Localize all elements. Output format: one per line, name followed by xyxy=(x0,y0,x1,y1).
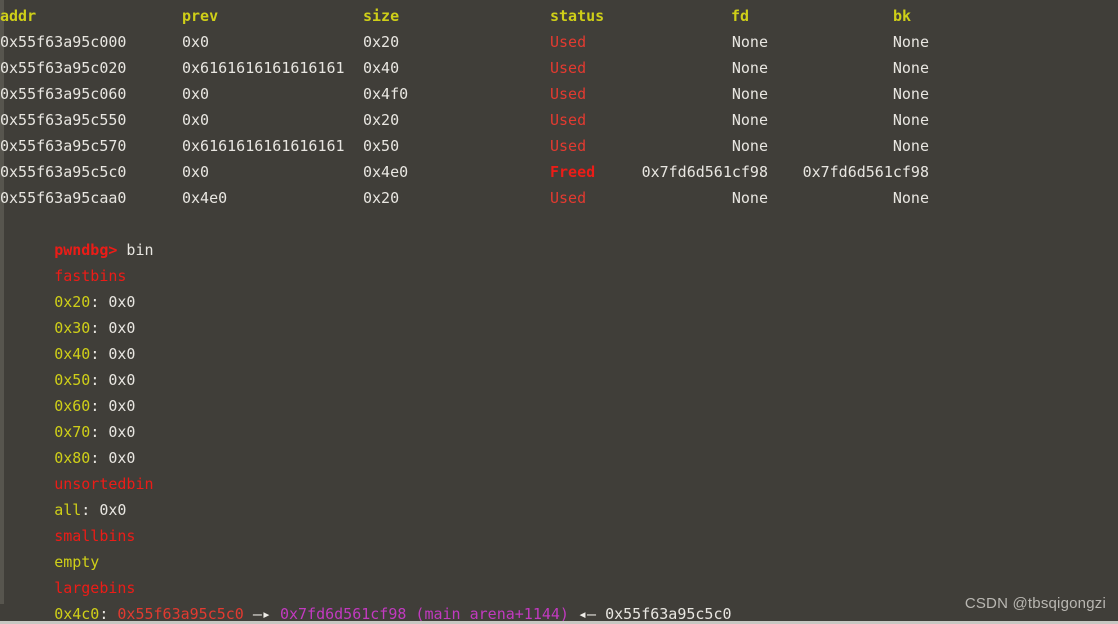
chunk-addr: 0x55f63a95caa0 xyxy=(0,189,127,207)
chunk-prev: 0x0 xyxy=(182,85,210,103)
chunk-prev: 0x4e0 xyxy=(182,189,228,207)
chunk-size: 0x20 xyxy=(363,189,400,207)
list-item: 0x50: 0x0 xyxy=(0,341,1118,389)
chunk-prev: 0x6161616161616161 xyxy=(182,59,345,77)
section-label-largebins: largebins xyxy=(0,549,1118,597)
list-item: 0x40: 0x0 xyxy=(0,315,1118,363)
chunk-bk: 0x7fd6d561cf98 xyxy=(802,163,929,181)
chunk-addr: 0x55f63a95c020 xyxy=(0,59,127,77)
chunk-addr: 0x55f63a95c570 xyxy=(0,137,127,155)
table-row: 0x55f63a95c5c0 0x0 0x4e0 Freed 0x7fd6d56… xyxy=(0,159,1118,185)
largebins-chain: 0x4c0: 0x55f63a95c5c0 —▸ 0x7fd6d561cf98 … xyxy=(0,575,1118,623)
terminal-screen: addr prev size status fd bk 0x55f63a95c0… xyxy=(0,0,1118,624)
list-item: 0x80: 0x0 xyxy=(0,419,1118,467)
column-header-status: status xyxy=(550,7,605,25)
chunk-addr: 0x55f63a95c5c0 xyxy=(0,163,127,181)
heap-table-header: addr prev size status fd bk xyxy=(0,3,1118,29)
column-header-addr: addr xyxy=(0,7,37,25)
table-row: 0x55f63a95c550 0x0 0x20 Used None None xyxy=(0,107,1118,133)
chunk-prev: 0x6161616161616161 xyxy=(182,137,345,155)
column-header-prev: prev xyxy=(182,7,219,25)
column-header-size: size xyxy=(363,7,400,25)
chunk-addr: 0x55f63a95c550 xyxy=(0,111,127,129)
table-row: 0x55f63a95c060 0x0 0x4f0 Used None None xyxy=(0,81,1118,107)
column-header-bk: bk xyxy=(893,7,912,25)
section-label-fastbins: fastbins xyxy=(0,237,1118,285)
chunk-prev: 0x0 xyxy=(182,163,210,181)
section-label-unsortedbin: unsortedbin xyxy=(0,445,1118,493)
table-row: 0x55f63a95c020 0x6161616161616161 0x40 U… xyxy=(0,55,1118,81)
chunk-bk: None xyxy=(892,85,929,103)
chunk-size: 0x50 xyxy=(363,137,400,155)
list-item: 0x30: 0x0 xyxy=(0,289,1118,337)
command-line: pwndbg> bin xyxy=(0,211,1118,259)
chunk-bk: None xyxy=(892,189,929,207)
chunk-bk: None xyxy=(892,33,929,51)
list-item: 0x60: 0x0 xyxy=(0,367,1118,415)
table-row: 0x55f63a95c570 0x6161616161616161 0x50 U… xyxy=(0,133,1118,159)
chunk-bk: None xyxy=(892,137,929,155)
section-label-smallbins: smallbins xyxy=(0,497,1118,545)
column-header-fd: fd xyxy=(731,7,750,25)
chunk-addr: 0x55f63a95c000 xyxy=(0,33,127,51)
chunk-prev: 0x0 xyxy=(182,33,210,51)
chunk-size: 0x4e0 xyxy=(363,163,409,181)
table-row: 0x55f63a95caa0 0x4e0 0x20 Used None None xyxy=(0,185,1118,211)
chunk-size: 0x20 xyxy=(363,33,400,51)
list-item: empty xyxy=(0,523,1118,571)
terminal-window[interactable]: addr prev size status fd bk 0x55f63a95c0… xyxy=(0,0,1118,624)
chunk-size: 0x20 xyxy=(363,111,400,129)
list-item: 0x20: 0x0 xyxy=(0,263,1118,311)
chunk-prev: 0x0 xyxy=(182,111,210,129)
chunk-bk: None xyxy=(892,59,929,77)
table-row: 0x55f63a95c000 0x0 0x20 Used None None xyxy=(0,29,1118,55)
chunk-addr: 0x55f63a95c060 xyxy=(0,85,127,103)
chunk-size: 0x4f0 xyxy=(363,85,409,103)
list-item: 0x70: 0x0 xyxy=(0,393,1118,441)
chunk-bk: None xyxy=(892,111,929,129)
list-item: all: 0x0 xyxy=(0,471,1118,519)
chunk-size: 0x40 xyxy=(363,59,400,77)
watermark: CSDN @tbsqigongzi xyxy=(964,595,1106,612)
